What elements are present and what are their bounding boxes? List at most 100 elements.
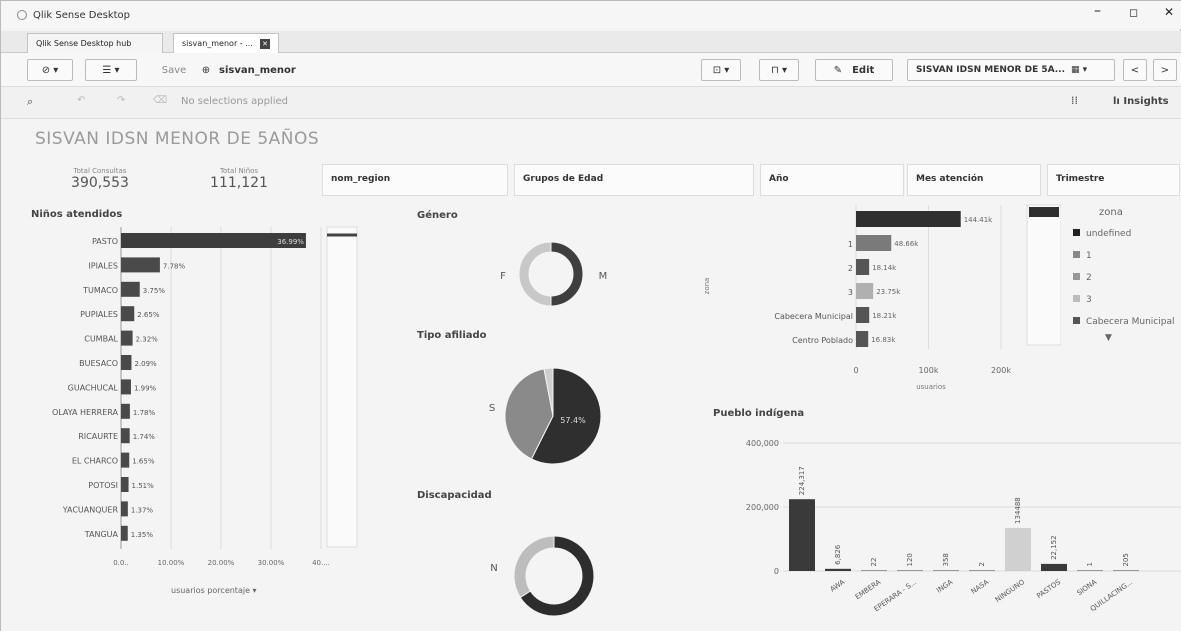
bar bbox=[897, 570, 923, 571]
filter-nom-region[interactable]: nom_region bbox=[322, 164, 508, 196]
legend-label: 3 bbox=[1086, 295, 1092, 305]
filter-ano[interactable]: Año bbox=[760, 164, 904, 196]
pueblo-title: Pueblo indígena bbox=[713, 408, 805, 419]
category-label: RICAURTE bbox=[78, 432, 118, 441]
zona-legend-item[interactable]: 3 bbox=[1073, 295, 1092, 305]
bar bbox=[856, 283, 874, 299]
step-forward-icon[interactable]: ↷ bbox=[117, 95, 125, 106]
kpi-total-consultas[interactable]: Total Consultas 390,553 bbox=[55, 167, 145, 191]
data-label: 6,826 bbox=[834, 544, 842, 565]
bar bbox=[121, 281, 140, 297]
zona-legend-item[interactable]: undefined bbox=[1073, 229, 1131, 239]
genero-chart[interactable]: FM bbox=[481, 229, 631, 319]
category-label: 2 bbox=[848, 264, 853, 273]
data-label: 18.21k bbox=[872, 312, 897, 320]
pie-slice bbox=[550, 241, 584, 307]
filter-mes-atencion[interactable]: Mes atención bbox=[907, 164, 1041, 196]
insights-toggle-icon[interactable]: ⁞⁞ bbox=[1071, 94, 1078, 107]
legend-scroll-down-icon[interactable]: ▼ bbox=[1105, 333, 1112, 343]
data-label: 1 bbox=[1086, 562, 1094, 566]
ninos-xlabel-text: usuarios porcentaje bbox=[171, 586, 250, 595]
bar bbox=[121, 379, 131, 395]
data-label: 22,152 bbox=[1050, 535, 1058, 560]
insights-button[interactable]: lı Insights bbox=[1113, 96, 1169, 107]
discapacidad-chart[interactable]: N bbox=[481, 521, 631, 626]
maximize-button[interactable]: ◻ bbox=[1129, 6, 1138, 19]
app-overview-button[interactable]: ☰ ▾ bbox=[85, 59, 137, 81]
selections-bar: ⌕ ↶ ↷ ⌫ No selections applied ⁞⁞ lı Insi… bbox=[1, 87, 1181, 119]
pueblo-chart[interactable]: 0200,000400,000224,3176,826AWA22EMBERA12… bbox=[701, 425, 1181, 629]
zona-legend-item[interactable]: 2 bbox=[1073, 273, 1092, 283]
ninos-chart[interactable]: 0.0.. 10.00% 20.00% 30.00% 40.... PASTO 36.99%… bbox=[1, 223, 361, 608]
legend-label: 1 bbox=[1086, 251, 1092, 261]
slice-label: F bbox=[500, 271, 506, 282]
sort-down-icon: ▾ bbox=[252, 586, 257, 595]
data-label: 1.99% bbox=[134, 384, 157, 392]
filter-trimestre[interactable]: Trimestre bbox=[1047, 164, 1180, 196]
category-label: IPIALES bbox=[88, 261, 118, 270]
kpi-total-ninos[interactable]: Total Niños 111,121 bbox=[199, 167, 279, 191]
ninos-xlabel[interactable]: usuarios porcentaje ▾ bbox=[171, 586, 257, 595]
data-label: 1.35% bbox=[131, 531, 154, 539]
selections-status: No selections applied bbox=[181, 96, 288, 107]
legend-swatch bbox=[1073, 317, 1080, 324]
data-label: 22 bbox=[870, 558, 878, 567]
zona-legend-item[interactable]: Cabecera Municipal bbox=[1073, 317, 1174, 327]
zona-chart[interactable]: 0 100k 200k 144.41k 1 48.66k 2 18.14k 3 23.75k Cab… bbox=[701, 201, 1061, 401]
data-label: 1.37% bbox=[131, 506, 154, 514]
x-tick-label: 200k bbox=[991, 366, 1011, 375]
slice-label: 57.4% bbox=[560, 416, 586, 425]
edit-button[interactable]: ✎ Edit bbox=[815, 59, 893, 81]
tab-bar: Qlik Sense Desktop hub sisvan_menor - ..… bbox=[1, 31, 1181, 53]
bar bbox=[121, 330, 133, 346]
edit-label: Edit bbox=[852, 64, 875, 76]
tab-app[interactable]: sisvan_menor - ... ✕ bbox=[173, 33, 279, 53]
data-label: 358 bbox=[942, 553, 950, 566]
data-label: 2.32% bbox=[136, 336, 159, 344]
bar bbox=[856, 211, 961, 227]
category-label: AWA bbox=[829, 578, 847, 594]
pie-slice bbox=[513, 535, 555, 599]
bookmarks-button[interactable]: ⊓ ▾ bbox=[759, 59, 799, 81]
afiliado-chart[interactable]: S 57.4% bbox=[481, 361, 631, 471]
sheet-selector[interactable]: SISVAN IDSN MENOR DE 5A... ▦ ▾ bbox=[907, 59, 1115, 81]
mini-chart-scroll bbox=[326, 226, 358, 548]
bar bbox=[1041, 563, 1067, 571]
previous-sheet-button[interactable]: < bbox=[1123, 59, 1147, 81]
insights-icon: lı bbox=[1113, 96, 1120, 107]
y-tick-label: 400,000 bbox=[746, 439, 779, 448]
x-tick-label: 40.... bbox=[312, 559, 330, 567]
mini-chart-bar bbox=[1029, 207, 1059, 217]
minimize-button[interactable]: – bbox=[1094, 3, 1101, 19]
navigation-menu-button[interactable]: ⊘ ▾ bbox=[27, 59, 73, 81]
step-back-icon[interactable]: ↶ bbox=[77, 95, 85, 106]
bar bbox=[121, 428, 130, 444]
bar bbox=[121, 525, 128, 541]
clear-selections-icon[interactable]: ⌫ bbox=[153, 95, 167, 106]
bar bbox=[121, 477, 129, 492]
save-button[interactable]: Save bbox=[159, 59, 189, 81]
y-tick-label: 0 bbox=[774, 567, 779, 576]
category-label: NASA bbox=[970, 578, 991, 596]
bar bbox=[121, 257, 160, 273]
bar bbox=[856, 259, 870, 275]
bar bbox=[861, 570, 887, 571]
tab-hub-label: Qlik Sense Desktop hub bbox=[36, 39, 132, 48]
close-tab-icon[interactable]: ✕ bbox=[260, 38, 270, 49]
category-label: PUPIALES bbox=[80, 310, 118, 319]
next-sheet-button[interactable]: > bbox=[1153, 59, 1177, 81]
zona-legend-item[interactable]: 1 bbox=[1073, 251, 1092, 261]
bar bbox=[121, 355, 132, 370]
tab-hub[interactable]: Qlik Sense Desktop hub bbox=[27, 33, 163, 53]
filter-grupos-edad[interactable]: Grupos de Edad bbox=[514, 164, 754, 196]
bar bbox=[856, 235, 892, 251]
x-tick-label: 0 bbox=[853, 366, 858, 375]
smart-search-icon[interactable]: ⌕ bbox=[27, 95, 33, 109]
data-label: 2.65% bbox=[137, 311, 160, 319]
category-label: 1 bbox=[848, 240, 853, 249]
category-label: 3 bbox=[848, 288, 853, 297]
close-button[interactable]: ✕ bbox=[1164, 5, 1174, 19]
data-label: 1.65% bbox=[132, 458, 155, 466]
app-name: sisvan_menor bbox=[219, 64, 296, 76]
present-button[interactable]: ⊡ ▾ bbox=[701, 59, 741, 81]
